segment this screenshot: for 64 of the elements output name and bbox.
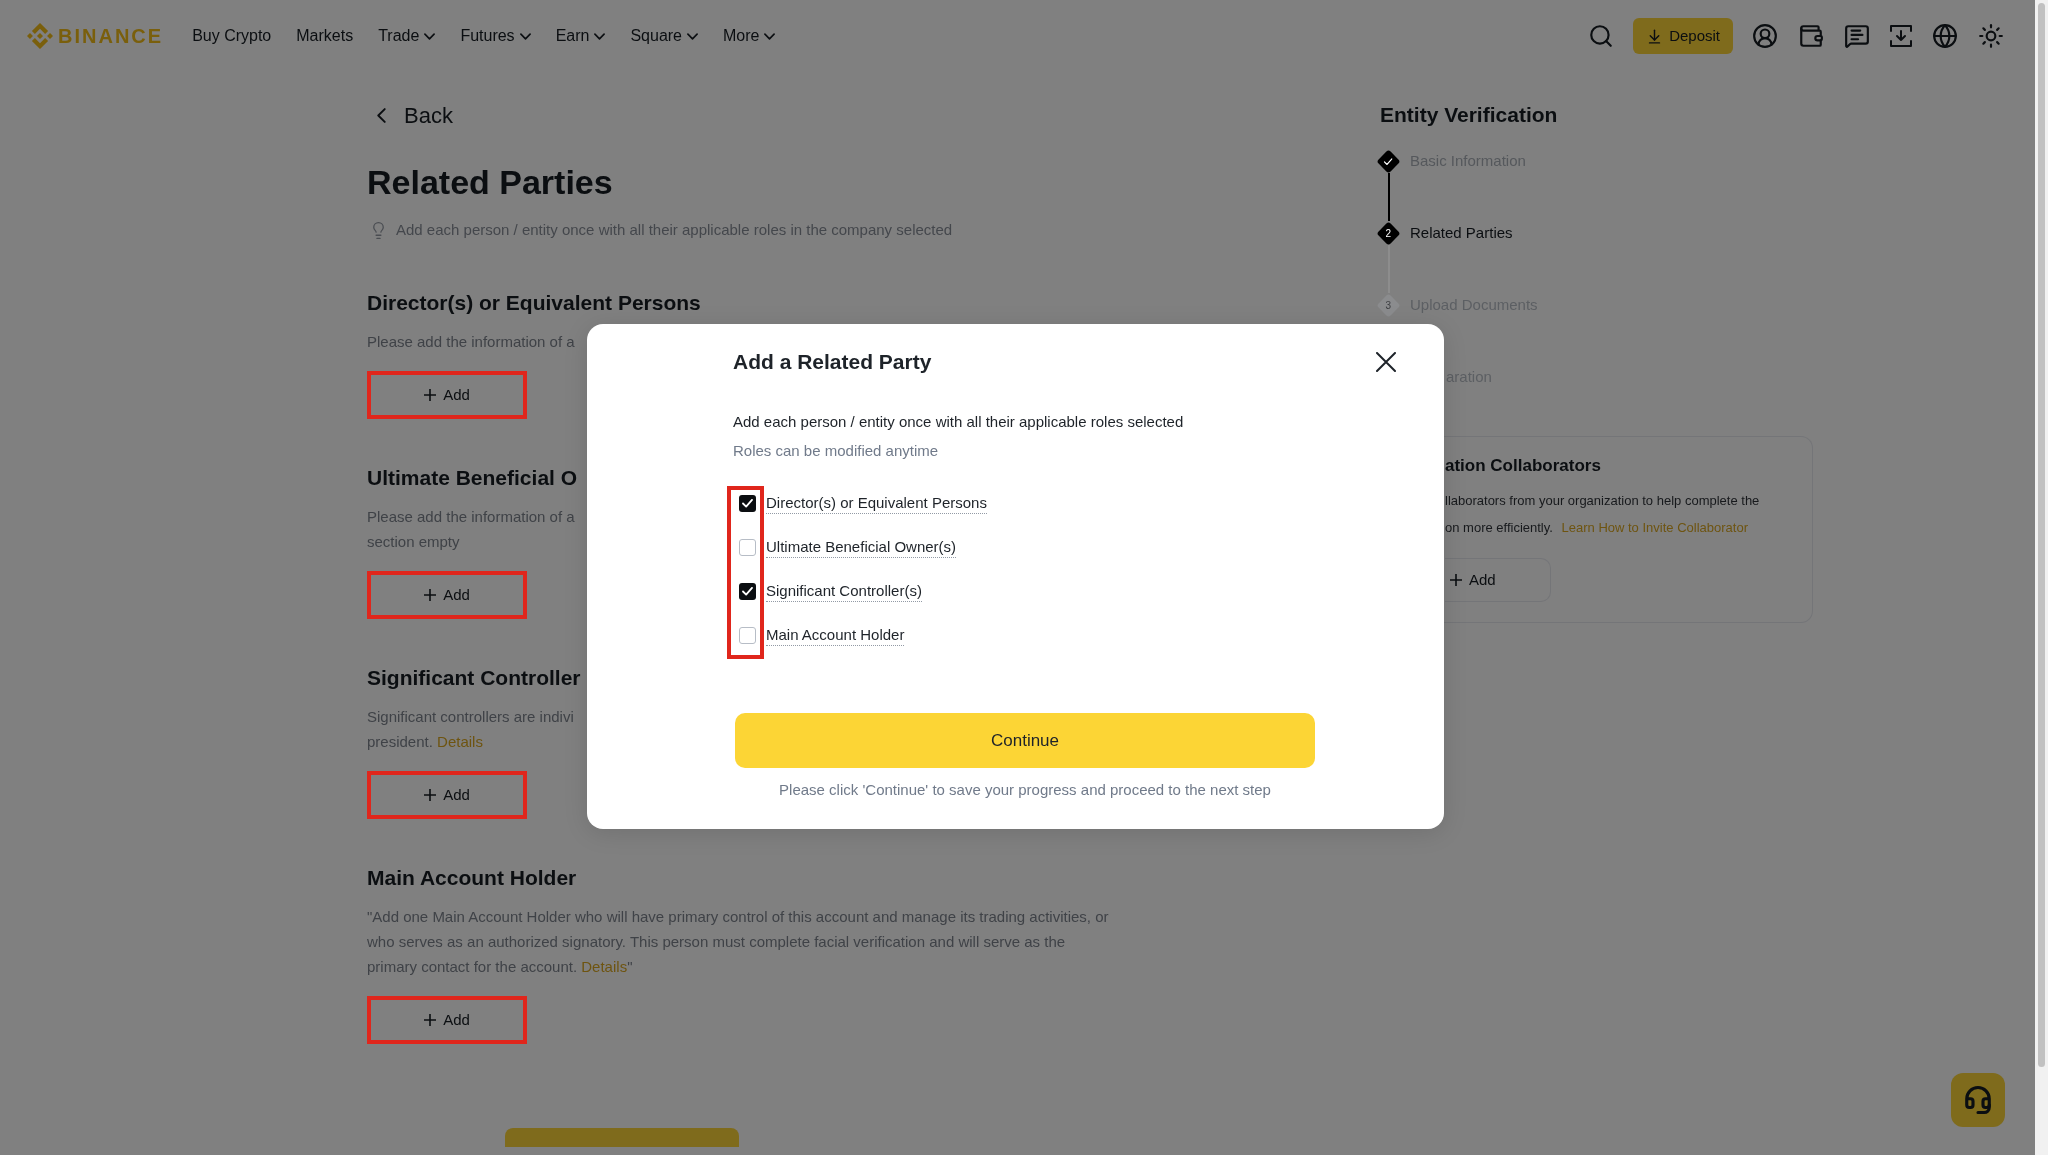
- page-title: Related Parties: [367, 162, 613, 203]
- role-label: Significant Controller(s): [766, 580, 922, 602]
- scrollbar-thumb[interactable]: [2038, 3, 2045, 1067]
- nav-menu-item[interactable]: Futures: [460, 25, 531, 47]
- sidebar-title: Entity Verification: [1380, 102, 1558, 128]
- section-heading: Director(s) or Equivalent Persons: [367, 290, 701, 316]
- card-description: llaborators from your organization to help complete the on more efficiently. Learn How to Invite Collaborator: [1445, 492, 1760, 537]
- add-button[interactable]: Add: [367, 771, 527, 819]
- back-link[interactable]: Back: [377, 100, 453, 130]
- section-description: Significant controllers are indivi president. Details: [367, 707, 574, 752]
- section-heading: Ultimate Beneficial O: [367, 465, 578, 491]
- section-heading: Significant Controller: [367, 665, 581, 691]
- wallet-icon[interactable]: [1798, 23, 1824, 49]
- section-heading: Main Account Holder: [367, 865, 577, 891]
- add-button[interactable]: Add: [367, 571, 527, 619]
- add-button[interactable]: Add: [1445, 558, 1551, 602]
- step-marker: 2: [1376, 221, 1401, 245]
- nav-menu-item[interactable]: Buy Crypto: [192, 25, 272, 47]
- section-description: Please add the information of a section empty: [367, 507, 575, 552]
- step-marker: 3: [1376, 293, 1401, 317]
- nav-menu-item[interactable]: Square: [630, 25, 698, 47]
- plus-icon: [424, 789, 437, 801]
- chevron-left-icon: [377, 107, 386, 123]
- add-button[interactable]: Add: [367, 996, 527, 1044]
- section-description: Please add the information of a: [367, 332, 575, 352]
- download-tray-icon[interactable]: [1890, 24, 1912, 48]
- plus-icon: [424, 389, 437, 401]
- role-label: Main Account Holder: [766, 624, 905, 646]
- deposit-button[interactable]: Deposit: [1633, 18, 1733, 54]
- card-title: ation Collaborators: [1445, 455, 1601, 477]
- continue-button[interactable]: Continue: [735, 713, 1315, 768]
- close-icon[interactable]: [1376, 352, 1396, 372]
- checkbox[interactable]: [739, 494, 756, 512]
- search-icon[interactable]: [1588, 23, 1615, 49]
- section-description: "Add one Main Account Holder who will have primary control of this account and manage its trading activities, or who serves as an authorized signatory. This person must complete facial verification and will serve as the primary contact for the account. Details": [367, 907, 1109, 977]
- checkbox[interactable]: [739, 582, 756, 600]
- headset-icon: [1963, 1085, 1993, 1115]
- sun-icon[interactable]: [1978, 23, 2004, 49]
- checkbox[interactable]: [739, 626, 756, 644]
- role-label: Director(s) or Equivalent Persons: [766, 492, 987, 514]
- step-label: Related Parties: [1410, 223, 1513, 243]
- role-label: Ultimate Beneficial Owner(s): [766, 536, 957, 558]
- check-icon: [742, 498, 753, 508]
- nav-menu-item[interactable]: Markets: [296, 25, 354, 47]
- plus-icon: [1450, 574, 1462, 586]
- plus-icon: [424, 589, 437, 601]
- dialog-title: Add a Related Party: [733, 349, 932, 375]
- scrollbar[interactable]: [2035, 0, 2048, 1155]
- nav-menu-item[interactable]: More: [723, 25, 776, 47]
- globe-icon[interactable]: [1932, 23, 1958, 49]
- dialog-note: Roles can be modified anytime: [733, 441, 939, 461]
- user-icon[interactable]: [1752, 23, 1778, 49]
- dialog-subtitle: Add each person / entity once with all their applicable roles selected: [733, 412, 1184, 432]
- dialog-footer-text: Please click 'Continue' to save your progress and proceed to the next step: [778, 780, 1272, 800]
- chat-icon[interactable]: [1844, 23, 1870, 49]
- nav-menu-item[interactable]: Earn: [555, 25, 606, 47]
- nav-menu-item[interactable]: Trade: [378, 25, 436, 47]
- step-line: [1387, 173, 1390, 221]
- checkbox[interactable]: [739, 538, 756, 556]
- support-button[interactable]: [1951, 1073, 2005, 1127]
- check-icon: [742, 586, 753, 596]
- add-button[interactable]: Add: [367, 371, 527, 419]
- plus-icon: [424, 1014, 437, 1026]
- hint-text: Add each person / entity once with all their applicable roles in the company selected: [396, 220, 953, 240]
